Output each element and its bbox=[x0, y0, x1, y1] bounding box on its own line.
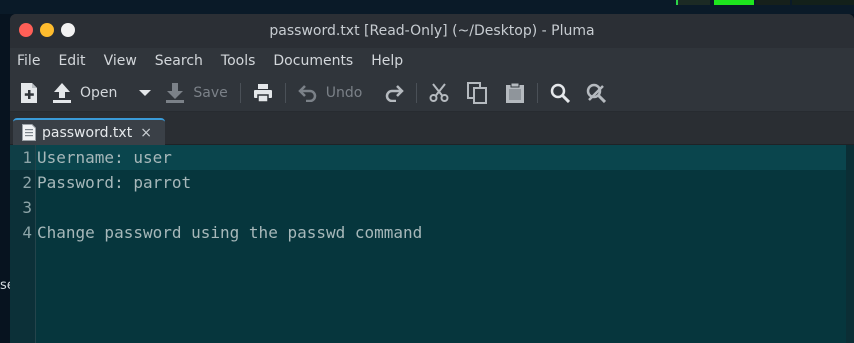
undo-label: Undo bbox=[325, 84, 363, 101]
menu-tools[interactable]: Tools bbox=[221, 53, 256, 69]
line-number: 1 bbox=[10, 145, 35, 170]
chevron-down-icon bbox=[139, 89, 152, 96]
text-line: Username: user bbox=[36, 145, 854, 170]
open-upload-icon bbox=[53, 82, 71, 103]
toolbar-separator bbox=[416, 82, 418, 103]
toolbar-separator bbox=[239, 82, 241, 103]
line-number: 2 bbox=[22, 173, 32, 192]
tab-label: password.txt bbox=[42, 124, 133, 141]
open-button[interactable]: Open bbox=[52, 78, 117, 108]
tab-password-txt[interactable]: password.txt × bbox=[13, 118, 165, 145]
save-download-icon bbox=[166, 82, 185, 103]
pluma-window: password.txt [Read-Only] (~/Desktop) - P… bbox=[10, 14, 854, 343]
undo-icon bbox=[298, 84, 316, 102]
title-bar[interactable]: password.txt [Read-Only] (~/Desktop) - P… bbox=[10, 14, 854, 48]
close-icon[interactable]: × bbox=[140, 125, 152, 141]
panel-graph-1 bbox=[676, 0, 710, 5]
find-replace-button[interactable] bbox=[586, 78, 607, 108]
clipboard-icon bbox=[506, 82, 525, 103]
search-icon bbox=[551, 83, 571, 103]
undo-button[interactable]: Undo bbox=[298, 78, 363, 108]
line-number: 4 bbox=[22, 223, 32, 242]
menu-search[interactable]: Search bbox=[155, 53, 203, 69]
menu-file[interactable]: File bbox=[17, 53, 40, 69]
toolbar-separator bbox=[284, 82, 286, 103]
window-title: password.txt [Read-Only] (~/Desktop) - P… bbox=[269, 23, 595, 39]
text-area[interactable]: Username: user Password: parrot Change p… bbox=[36, 145, 854, 343]
text-line: Password: parrot bbox=[37, 173, 192, 192]
print-button[interactable] bbox=[253, 78, 273, 108]
text-editor[interactable]: 1 2 3 4 Username: user Password: parrot … bbox=[10, 145, 854, 343]
save-label: Save bbox=[193, 84, 228, 101]
desktop-top-panel bbox=[0, 0, 854, 14]
find-button[interactable] bbox=[550, 78, 571, 108]
new-document-button[interactable] bbox=[20, 78, 38, 108]
new-document-icon bbox=[21, 82, 37, 103]
menu-edit[interactable]: Edit bbox=[58, 53, 85, 69]
scissors-icon bbox=[429, 82, 449, 102]
menu-bar: File Edit View Search Tools Documents He… bbox=[10, 48, 854, 74]
toolbar-separator bbox=[537, 82, 539, 103]
editor-right-margin bbox=[846, 145, 854, 343]
line-number: 3 bbox=[22, 198, 32, 217]
open-label: Open bbox=[80, 84, 118, 101]
line-number-gutter: 1 2 3 4 bbox=[10, 145, 36, 343]
text-file-icon bbox=[22, 124, 36, 141]
replace-icon bbox=[587, 83, 607, 103]
panel-graph-2 bbox=[714, 0, 754, 5]
copy-icon bbox=[467, 81, 488, 104]
paste-button[interactable] bbox=[505, 78, 525, 108]
print-icon bbox=[253, 83, 272, 103]
menu-help[interactable]: Help bbox=[371, 53, 403, 69]
cut-button[interactable] bbox=[429, 78, 449, 108]
open-dropdown-button[interactable] bbox=[139, 78, 152, 108]
redo-button[interactable] bbox=[384, 78, 405, 108]
text-line bbox=[36, 195, 854, 220]
panel-graph-4 bbox=[792, 0, 854, 5]
panel-graph-3 bbox=[756, 0, 790, 5]
copy-button[interactable] bbox=[467, 78, 488, 108]
document-tab-bar: password.txt × bbox=[10, 112, 854, 145]
menu-documents[interactable]: Documents bbox=[273, 53, 353, 69]
save-button[interactable]: Save bbox=[165, 78, 228, 108]
text-line: Change password using the passwd command bbox=[37, 223, 423, 242]
toolbar: Open Save Undo bbox=[10, 74, 854, 112]
menu-view[interactable]: View bbox=[104, 53, 137, 69]
redo-icon bbox=[386, 84, 405, 102]
